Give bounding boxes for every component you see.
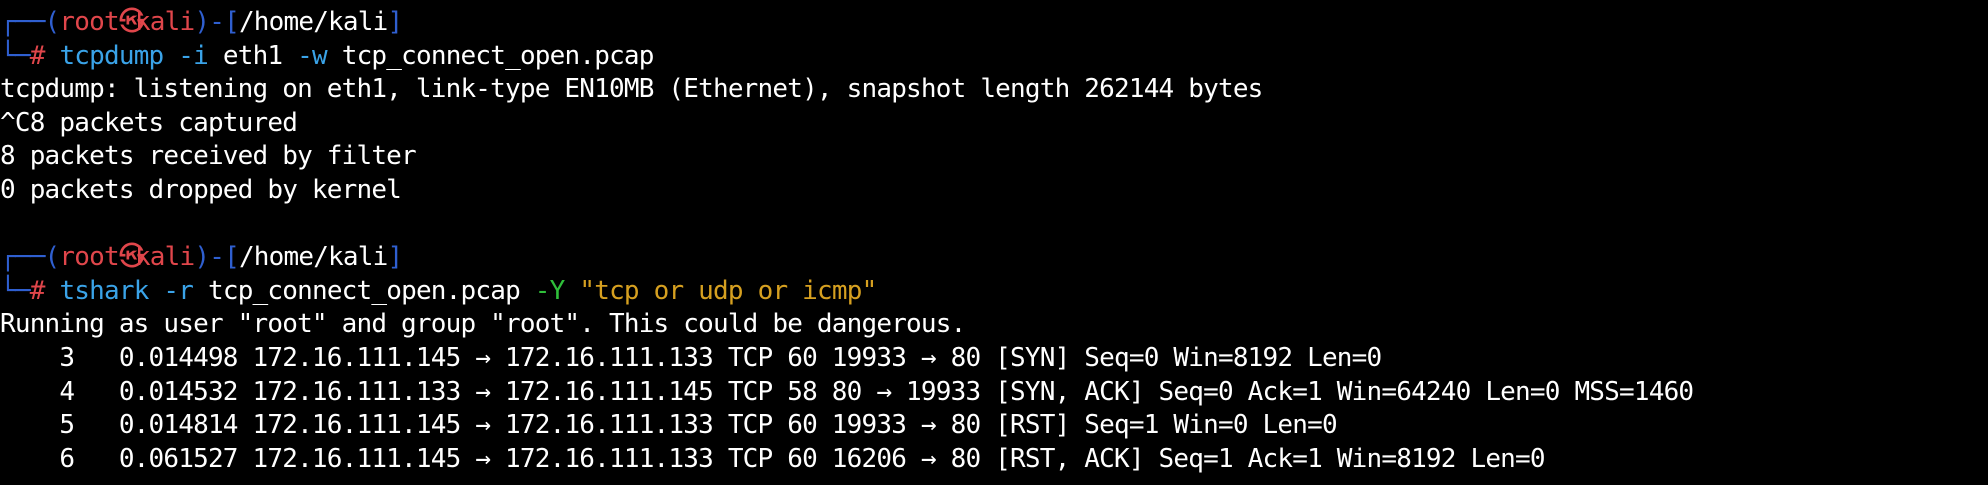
command-argument: tcp_connect_open.pcap xyxy=(208,275,521,306)
prompt-path: /home/kali xyxy=(238,7,388,37)
prompt-header-line: ┌──(root㉿kali)-[/home/kali] xyxy=(0,241,1988,275)
warning-line: Running as user "root" and group "root".… xyxy=(0,309,966,340)
command-name: tcpdump xyxy=(59,40,164,71)
packet-line: 5 0.014814 172.16.111.145 → 172.16.111.1… xyxy=(0,410,1337,441)
command-option: -Y xyxy=(534,275,566,306)
command-line[interactable]: └─# tcpdump -i eth1 -w tcp_connect_open.… xyxy=(0,40,1988,74)
prompt-frame-mid: )-[ xyxy=(194,7,239,37)
command-line[interactable]: └─# tshark -r tcp_connect_open.pcap -Y "… xyxy=(0,275,1988,309)
terminal-window[interactable]: ┌──(root㉿kali)-[/home/kali] └─# tcpdump … xyxy=(0,6,1988,476)
packet-line: 3 0.014498 172.16.111.145 → 172.16.111.1… xyxy=(0,342,1382,373)
command-argument: tcp_connect_open.pcap xyxy=(341,40,655,71)
prompt-frame-bottom: └─ xyxy=(0,275,31,306)
packet-line: 6 0.061527 172.16.111.145 → 172.16.111.1… xyxy=(0,443,1545,474)
prompt-user: root xyxy=(59,242,119,273)
command-option: -w xyxy=(297,40,328,71)
output-line: 0 packets dropped by kernel xyxy=(0,174,402,205)
command-argument: eth1 xyxy=(222,40,283,71)
prompt-user: root xyxy=(59,7,119,37)
prompt-hash: # xyxy=(29,40,46,71)
prompt-frame-end: ] xyxy=(387,242,403,273)
command-filter-string: "tcp or udp or icmp" xyxy=(579,275,877,306)
prompt-host: kali xyxy=(134,242,195,273)
prompt-host: kali xyxy=(134,7,195,37)
prompt-frame-end: ] xyxy=(387,7,403,37)
prompt-frame-top: ┌──( xyxy=(0,242,60,273)
prompt-frame-bottom: └─ xyxy=(0,40,31,71)
prompt-header-line: ┌──(root㉿kali)-[/home/kali] xyxy=(0,6,1988,40)
command-option: -r xyxy=(163,275,194,306)
output-line: ^C8 packets captured xyxy=(0,107,298,138)
output-line: tcpdump: listening on eth1, link-type EN… xyxy=(0,74,1263,105)
command-name: tshark xyxy=(59,275,149,306)
prompt-path: /home/kali xyxy=(238,242,388,273)
packet-line: 4 0.014532 172.16.111.133 → 172.16.111.1… xyxy=(0,376,1694,407)
output-line: 8 packets received by filter xyxy=(0,141,417,172)
prompt-frame-top: ┌──( xyxy=(0,7,60,37)
prompt-frame-mid: )-[ xyxy=(194,242,239,273)
prompt-hash: # xyxy=(29,275,46,306)
command-option: -i xyxy=(178,40,209,71)
skull-icon: ㉿ xyxy=(118,242,145,273)
skull-icon: ㉿ xyxy=(118,7,145,37)
